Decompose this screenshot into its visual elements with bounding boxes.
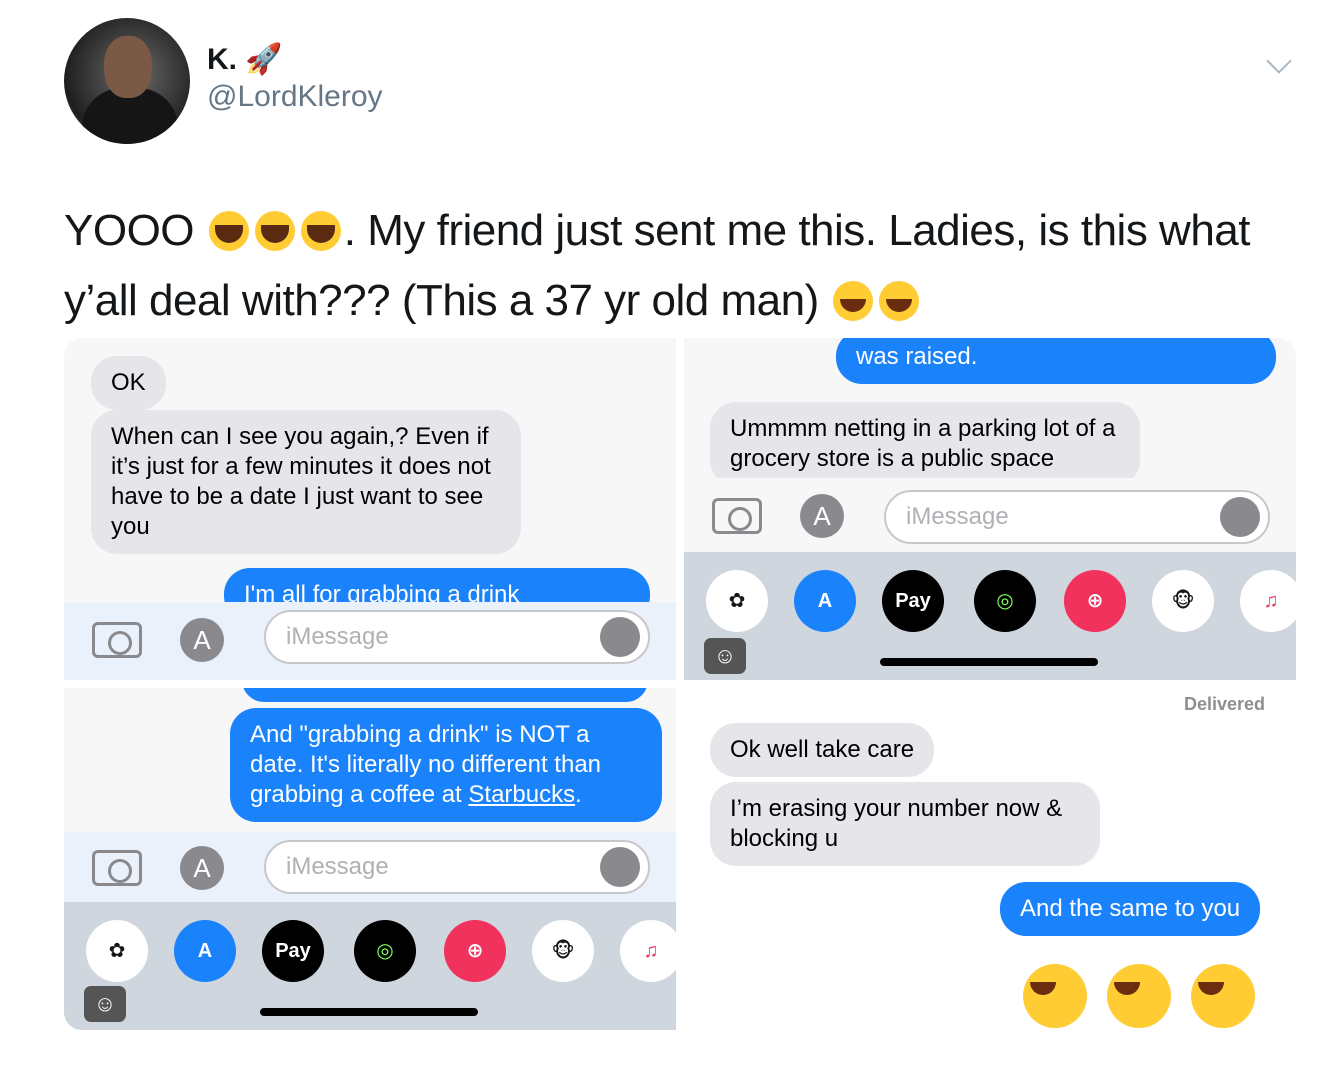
app-drawer: ✿ A Pay ◎ ⊕ 🐵 ♫ ☺: [64, 902, 676, 1030]
laughing-emoji-icon: [833, 281, 874, 321]
laughing-emoji-icon: [1023, 964, 1087, 1028]
music-icon[interactable]: ♫: [1240, 570, 1296, 632]
microphone-icon[interactable]: [1220, 497, 1260, 537]
author-handle[interactable]: @LordKleroy: [207, 80, 383, 114]
photos-icon[interactable]: ✿: [86, 920, 148, 982]
chevron-down-icon[interactable]: [1266, 48, 1292, 74]
tweet-text: YOOO . My friend just sent me this. Ladi…: [64, 196, 1304, 336]
app-store-icon[interactable]: A: [174, 920, 236, 982]
message-bubble-received: Ummmm netting in a parking lot of a groc…: [710, 402, 1140, 486]
app-store-icon[interactable]: A: [800, 494, 844, 538]
message-bubble-sent: was raised.: [836, 338, 1276, 384]
message-bubble-received: Ok well take care: [710, 723, 935, 777]
microphone-icon[interactable]: [600, 617, 640, 657]
screenshot-panel-4[interactable]: Delivered Ok well take care I’m erasing …: [684, 688, 1296, 1030]
message-bubble-sent: And the same to you: [1000, 882, 1261, 936]
microphone-icon[interactable]: [600, 847, 640, 887]
screenshot-panel-2[interactable]: was raised. Ummmm netting in a parking l…: [684, 338, 1296, 680]
imessage-input[interactable]: iMessage: [264, 840, 650, 894]
starbucks-link[interactable]: Starbucks: [468, 781, 575, 808]
message-input-bar: A iMessage: [64, 832, 676, 902]
camera-icon[interactable]: [712, 498, 762, 534]
laughing-emoji-icon: [1107, 964, 1171, 1028]
app-drawer: ✿ A Pay ◎ ⊕ 🐵 ♫ ☺: [684, 552, 1296, 680]
message-bubble-sent: And "grabbing a drink" is NOT a date. It…: [230, 708, 662, 822]
camera-icon[interactable]: [92, 850, 142, 886]
crying-emoji-icon: [254, 211, 295, 251]
apple-pay-label: Pay: [895, 590, 931, 612]
message-input-bar: A iMessage: [684, 478, 1296, 550]
home-indicator[interactable]: [260, 1008, 478, 1016]
screenshot-panel-3[interactable]: And "grabbing a drink" is NOT a date. It…: [64, 688, 676, 1030]
search-images-icon[interactable]: ⊕: [1064, 570, 1126, 632]
message-bubble-received: OK: [91, 356, 166, 410]
screenshot-panel-1[interactable]: OK When can I see you again,? Even if it…: [64, 338, 676, 680]
music-icon[interactable]: ♫: [620, 920, 676, 982]
message-bubble-received: I’m erasing your number now & blocking u: [710, 782, 1100, 866]
message-bubble-received: When can I see you again,? Even if it’s …: [91, 410, 521, 554]
message-bubble-sent: [242, 688, 648, 702]
photos-icon[interactable]: ✿: [706, 570, 768, 632]
laughing-emoji-icon: [879, 281, 920, 321]
crying-emoji-icon: [208, 211, 249, 251]
laughing-emoji-icon: [1191, 964, 1255, 1028]
imessage-input[interactable]: iMessage: [884, 490, 1270, 544]
app-store-icon[interactable]: A: [180, 846, 224, 890]
home-indicator[interactable]: [880, 658, 1098, 666]
camera-icon[interactable]: [92, 622, 142, 658]
sticker-icon[interactable]: ☺: [704, 638, 746, 674]
message-text-end: .: [575, 781, 582, 808]
sticker-icon[interactable]: ☺: [84, 986, 126, 1022]
search-images-icon[interactable]: ⊕: [444, 920, 506, 982]
message-input-bar: A iMessage: [64, 602, 676, 680]
author-name[interactable]: K. 🚀: [207, 42, 283, 77]
imessage-input[interactable]: iMessage: [264, 610, 650, 664]
avatar[interactable]: [64, 18, 190, 144]
avatar-face: [104, 36, 152, 98]
apple-pay-icon[interactable]: Pay: [262, 920, 324, 982]
apple-pay-icon[interactable]: Pay: [882, 570, 944, 632]
activity-icon[interactable]: ◎: [354, 920, 416, 982]
animoji-icon[interactable]: 🐵: [1152, 570, 1214, 632]
app-store-icon[interactable]: A: [180, 618, 224, 662]
app-store-icon[interactable]: A: [794, 570, 856, 632]
crying-emoji-icon: [300, 211, 341, 251]
animoji-icon[interactable]: 🐵: [532, 920, 594, 982]
apple-pay-label: Pay: [275, 940, 311, 962]
tweet-text-part1: YOOO: [64, 206, 195, 255]
delivered-status: Delivered: [1184, 694, 1266, 714]
activity-icon[interactable]: ◎: [974, 570, 1036, 632]
